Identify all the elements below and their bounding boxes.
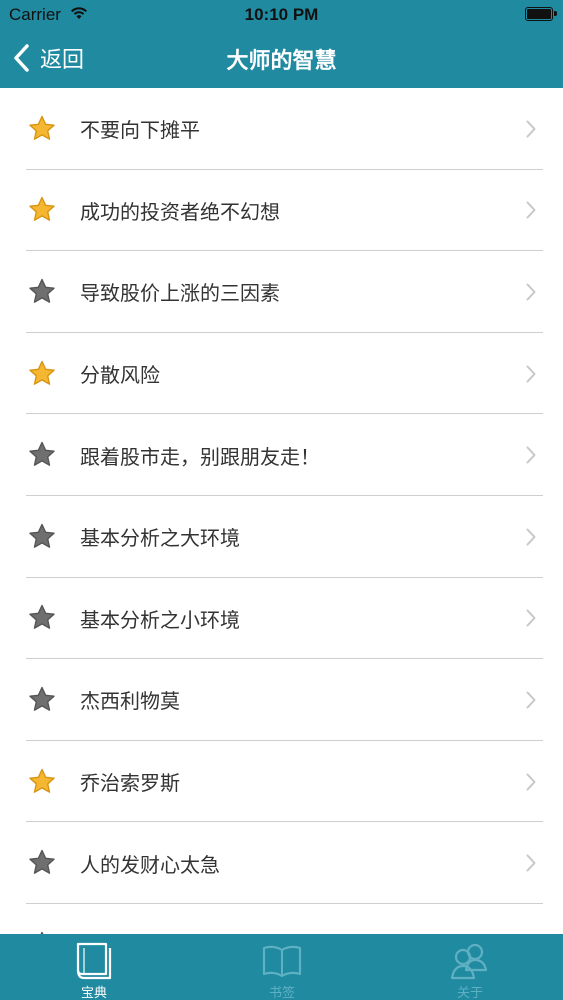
list-item-label: 基本分析之小环境: [80, 607, 240, 632]
tab-bar: 宝典 书签 关于: [0, 934, 563, 1000]
list-item-label: 分散风险: [80, 363, 160, 388]
tab-bookmarks[interactable]: 书签: [188, 934, 376, 1000]
chevron-right-icon: [526, 365, 536, 383]
status-bar: Carrier 10:10 PM: [0, 0, 563, 30]
list-item-label: 跟着股市走，别跟朋友走！: [80, 444, 320, 469]
status-time: 10:10 PM: [244, 5, 319, 24]
chevron-right-icon: [526, 446, 536, 464]
chevron-right-icon: [526, 201, 536, 219]
tab-about[interactable]: 关于: [376, 934, 563, 1000]
navigation-bar: 返回 大师的智慧: [0, 30, 563, 88]
star-filled-icon: [29, 768, 55, 793]
open-book-icon: [262, 945, 302, 978]
list-item-label: 杰西利物莫: [80, 689, 180, 714]
tab-label: 书签: [268, 986, 295, 1000]
list-item-label: 导致股价上涨的三因素: [80, 281, 280, 306]
list-item[interactable]: 人的发财心太急: [0, 822, 563, 904]
star-gray-icon: [29, 849, 55, 875]
screen: Carrier 10:10 PM 返回 大师的智慧 不要向下摊平成功的投资者绝不…: [0, 0, 563, 1000]
star-filled-icon: [29, 115, 55, 140]
list-item-label: 成功的投资者绝不幻想: [80, 199, 280, 224]
people-icon: [450, 943, 488, 980]
page-title: 大师的智慧: [226, 49, 337, 74]
star-gray-icon: [29, 278, 55, 303]
list-item[interactable]: 不要向下摊平: [0, 88, 563, 170]
list-item[interactable]: 成功的投资者绝不幻想: [0, 170, 563, 252]
chevron-right-icon: [526, 283, 536, 301]
tab-treasury[interactable]: 宝典: [0, 934, 188, 1000]
list-item[interactable]: 分散风险: [0, 333, 563, 415]
list-item-label: 人的发财心太急: [80, 852, 220, 877]
list-item-label: 乔治索罗斯: [80, 771, 180, 796]
star-gray-icon: [29, 523, 55, 548]
chevron-right-icon: [526, 120, 536, 138]
list-item[interactable]: 跟着股市走，别跟朋友走！: [0, 414, 563, 496]
star-gray-icon: [29, 605, 55, 630]
chevron-right-icon: [526, 528, 536, 546]
list-item[interactable]: 乔治索罗斯: [0, 741, 563, 823]
star-filled-icon: [29, 360, 55, 385]
chevron-right-icon: [526, 773, 536, 791]
tab-label: 宝典: [80, 986, 107, 1000]
tab-label: 关于: [456, 986, 483, 1000]
star-gray-icon: [29, 441, 55, 467]
list-item[interactable]: 基本分析之大环境: [0, 496, 563, 578]
chevron-right-icon: [526, 691, 536, 709]
list-item[interactable]: 杰西利物莫: [0, 659, 563, 741]
list-item[interactable]: 基本分析之小环境: [0, 578, 563, 660]
chevron-right-icon: [526, 609, 536, 627]
battery-icon: [525, 7, 557, 21]
chevron-right-icon: [526, 854, 536, 872]
star-filled-icon: [29, 197, 55, 222]
book-icon: [76, 942, 112, 980]
list-item[interactable]: 人好报复: [0, 904, 563, 934]
list-item-label: 不要向下摊平: [80, 118, 200, 143]
article-list[interactable]: 不要向下摊平成功的投资者绝不幻想 导致股价上涨的三因素 分散风险跟着股市走，别跟朋友…: [0, 88, 563, 934]
top-bar: Carrier 10:10 PM 返回 大师的智慧: [0, 0, 563, 88]
star-gray-icon: [29, 686, 55, 711]
list-item-label: 基本分析之大环境: [80, 526, 240, 551]
list-item[interactable]: 导致股价上涨的三因素: [0, 251, 563, 333]
